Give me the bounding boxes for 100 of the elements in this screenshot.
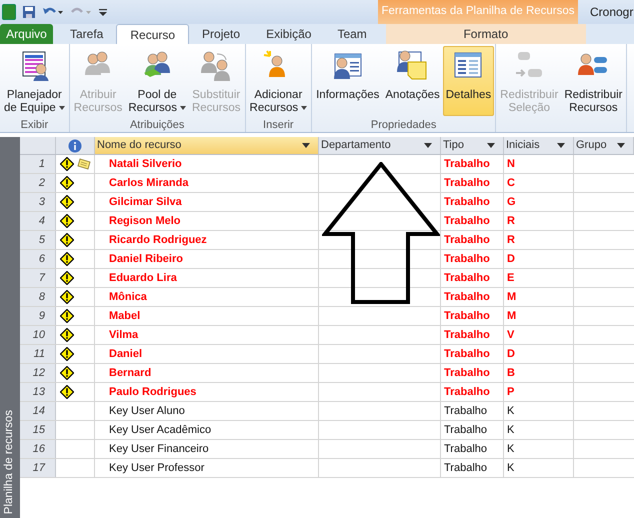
row-number[interactable]: 11: [20, 345, 56, 363]
table-cell: Trabalho: [441, 440, 504, 458]
ribbon-tab[interactable]: Recurso: [116, 24, 190, 44]
table-cell: Key User Acadêmico: [95, 421, 319, 439]
warning-icon: [60, 328, 74, 342]
row-number[interactable]: 9: [20, 307, 56, 325]
table-cell: B: [504, 364, 574, 382]
column-header[interactable]: Nome do recurso: [95, 137, 319, 154]
dropdown-icon[interactable]: [424, 143, 432, 148]
column-header[interactable]: Grupo: [574, 137, 634, 154]
table-cell: Mônica: [95, 288, 319, 306]
table-cell: Regison Melo: [95, 212, 319, 230]
table-cell: Key User Financeiro: [95, 440, 319, 458]
table-cell: Trabalho: [441, 459, 504, 477]
column-header[interactable]: Tipo: [441, 137, 504, 154]
table-cell: N: [504, 155, 574, 173]
table-cell: E: [504, 269, 574, 287]
table-cell: G: [504, 193, 574, 211]
warning-icon: [60, 271, 74, 285]
table-cell: Trabalho: [441, 383, 504, 401]
info-icon: [68, 138, 82, 152]
warning-icon: [60, 252, 74, 266]
dropdown-icon[interactable]: [557, 143, 565, 148]
table-cell: Trabalho: [441, 288, 504, 306]
table-cell: Gilcimar Silva: [95, 193, 319, 211]
save-icon[interactable]: [22, 5, 36, 19]
table-cell: K: [504, 421, 574, 439]
table-cell: Paulo Rodrigues: [95, 383, 319, 401]
table-cell: M: [504, 307, 574, 325]
table-cell: Bernard: [95, 364, 319, 382]
warning-icon: [60, 195, 74, 209]
row-number[interactable]: 13: [20, 383, 56, 401]
window-title: Cronogr: [589, 4, 634, 21]
row-number[interactable]: 5: [20, 231, 56, 249]
ribbon-button[interactable]: Anotações: [382, 46, 443, 116]
group-label: Propriedades: [370, 118, 438, 132]
ribbon-tab[interactable]: Team: [324, 24, 380, 44]
ribbon-tab[interactable]: Exibição: [253, 24, 324, 44]
table-cell: Trabalho: [441, 307, 504, 325]
table-cell: Trabalho: [441, 193, 504, 211]
table-cell: V: [504, 326, 574, 344]
table-cell: Trabalho: [441, 345, 504, 363]
row-number[interactable]: 10: [20, 326, 56, 344]
table-cell: Daniel: [95, 345, 319, 363]
row-number[interactable]: 17: [20, 459, 56, 477]
ribbon-button[interactable]: Adicionar Recursos: [246, 46, 310, 116]
ribbon-tab[interactable]: Projeto: [189, 24, 254, 44]
row-number[interactable]: 4: [20, 212, 56, 230]
row-number[interactable]: 14: [20, 402, 56, 420]
row-number[interactable]: 2: [20, 174, 56, 192]
row-number[interactable]: 16: [20, 440, 56, 458]
row-number[interactable]: 15: [20, 421, 56, 439]
table-cell: Trabalho: [441, 402, 504, 420]
warning-icon: [60, 157, 74, 171]
table-cell: Vilma: [95, 326, 319, 344]
dropdown-icon[interactable]: [487, 143, 495, 148]
column-header[interactable]: Departamento: [319, 137, 441, 154]
note-icon: [77, 158, 91, 170]
dropdown-icon[interactable]: [302, 143, 310, 148]
context-tab-header: Ferramentas da Planilha de Recursos: [378, 0, 578, 24]
table-cell: R: [504, 212, 574, 230]
warning-icon: [60, 309, 74, 323]
ribbon-button[interactable]: Planejador de Equipe: [1, 46, 68, 116]
ribbon-button[interactable]: Detalhes: [442, 46, 494, 116]
row-number[interactable]: 8: [20, 288, 56, 306]
row-number[interactable]: 6: [20, 250, 56, 268]
table-cell: K: [504, 459, 574, 477]
row-number[interactable]: 12: [20, 364, 56, 382]
table-cell: Trabalho: [441, 212, 504, 230]
table-cell: Trabalho: [441, 421, 504, 439]
table-cell: Mabel: [95, 307, 319, 325]
table-cell: P: [504, 383, 574, 401]
ribbon-tab[interactable]: Tarefa: [57, 24, 116, 44]
warning-icon: [60, 233, 74, 247]
ribbon-button[interactable]: Redistribuir Recursos: [561, 46, 626, 116]
group-label: Atribuições: [128, 118, 186, 132]
table-cell: Trabalho: [441, 326, 504, 344]
column-header[interactable]: Iniciais: [504, 137, 574, 154]
row-number[interactable]: 7: [20, 269, 56, 287]
warning-icon: [60, 366, 74, 380]
table-cell: C: [504, 174, 574, 192]
table-cell: Trabalho: [441, 174, 504, 192]
customize-icon[interactable]: [98, 6, 108, 18]
table-cell: Natali Silverio: [95, 155, 319, 173]
group-label: Exibir: [20, 118, 50, 132]
table-cell: Daniel Ribeiro: [95, 250, 319, 268]
table-cell: Trabalho: [441, 231, 504, 249]
table-cell: Trabalho: [441, 269, 504, 287]
file-tab[interactable]: Arquivo: [0, 24, 53, 44]
table-cell: D: [504, 345, 574, 363]
ribbon-tab[interactable]: Formato: [386, 24, 586, 44]
row-number[interactable]: 1: [20, 155, 56, 173]
ribbon-button[interactable]: Pool de Recursos: [125, 46, 189, 116]
table-cell: Trabalho: [441, 250, 504, 268]
ribbon-button[interactable]: Informações: [313, 46, 382, 116]
dropdown-icon[interactable]: [617, 143, 625, 148]
table-cell: Key User Professor: [95, 459, 319, 477]
warning-icon: [60, 176, 74, 190]
warning-icon: [60, 214, 74, 228]
row-number[interactable]: 3: [20, 193, 56, 211]
